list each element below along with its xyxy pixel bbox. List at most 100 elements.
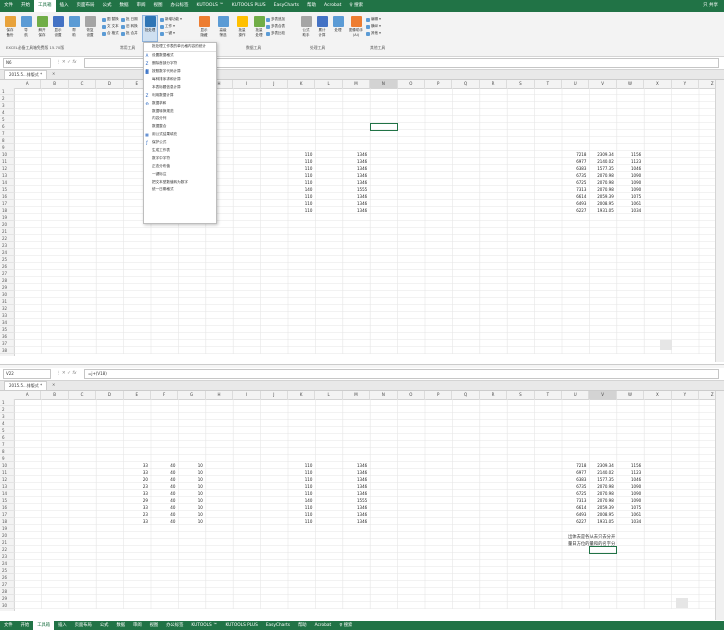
cell-value[interactable]: 1346 <box>343 151 367 158</box>
menu-item[interactable]: 开始 <box>17 0 34 12</box>
cell-value[interactable]: 33 <box>124 518 148 525</box>
column-header[interactable]: T <box>535 391 562 399</box>
cell-value[interactable]: 6614 <box>562 193 586 200</box>
cell-value[interactable]: 1555 <box>343 497 367 504</box>
cell-value[interactable]: 1346 <box>343 511 367 518</box>
cell-value[interactable]: 110 <box>288 200 313 207</box>
menu-item[interactable]: ♀ 搜索 <box>345 0 367 12</box>
menu-item[interactable]: Acrobat <box>320 0 345 12</box>
ribbon-button[interactable]: 保存 备份 <box>3 16 17 38</box>
cell-value[interactable]: 1346 <box>343 193 367 200</box>
selected-cell[interactable] <box>370 123 398 131</box>
cell-value[interactable]: 110 <box>288 207 313 214</box>
column-header[interactable]: W <box>617 80 645 88</box>
menu-item[interactable]: EasyCharts <box>262 621 294 630</box>
cell-value[interactable]: 10 <box>178 518 203 525</box>
menu-item[interactable]: 开始 <box>17 621 34 630</box>
column-header[interactable]: O <box>398 391 425 399</box>
menu-item[interactable]: 页面布局 <box>73 0 99 12</box>
cell-value[interactable]: 110 <box>288 490 313 497</box>
cell-value[interactable]: 1034 <box>617 518 641 525</box>
ribbon-small-button[interactable]: 文 文本 <box>102 24 119 29</box>
cell-value[interactable]: 40 <box>151 462 175 469</box>
column-header[interactable]: T <box>535 80 562 88</box>
ribbon-button[interactable]: 解开 保存 <box>35 16 49 38</box>
cell-value[interactable]: 1123 <box>617 158 641 165</box>
column-header[interactable]: I <box>233 391 261 399</box>
cell-value[interactable]: 2059.39 <box>589 193 614 200</box>
cell-value[interactable]: 1931.05 <box>589 518 614 525</box>
cell-value[interactable]: 1346 <box>343 483 367 490</box>
cell-value[interactable]: 23 <box>124 511 148 518</box>
cell-value[interactable]: 20 <box>124 476 148 483</box>
ribbon-button[interactable]: 高级 筛选 <box>216 16 230 38</box>
cell-value[interactable]: 10 <box>178 462 203 469</box>
share-button[interactable]: 只 共享 <box>703 0 718 12</box>
resize-handle[interactable] <box>660 340 672 350</box>
column-header[interactable]: V <box>589 391 617 399</box>
column-header[interactable]: U <box>562 80 590 88</box>
cell-value[interactable]: 140 <box>288 186 313 193</box>
column-header[interactable]: O <box>398 80 425 88</box>
sheet-grid-top[interactable]: ABCDEFGHIJKLMNOPQRSTUVWXYZ12345678910111… <box>0 80 716 362</box>
cell-value[interactable]: 110 <box>288 483 313 490</box>
menu-item[interactable]: 视图 <box>150 0 167 12</box>
cell-value[interactable]: 110 <box>288 469 313 476</box>
cell-value[interactable]: 29 <box>124 497 148 504</box>
sheet-grid-bottom[interactable]: A B C D E F G H I J K L M N O P Q R S T U V W X Y Z 1 2 3 4 5 6 7 8 9 10 11 1… <box>0 391 716 620</box>
column-header[interactable]: Z <box>699 391 716 399</box>
ribbon-small-button[interactable]: 工作 ▾ <box>160 24 175 29</box>
vertical-scrollbar[interactable] <box>715 391 724 620</box>
menu-item[interactable]: KUTOOLS PLUS <box>221 621 261 630</box>
cell-value[interactable]: 40 <box>151 483 175 490</box>
cell-value[interactable]: 40 <box>151 476 175 483</box>
menu-item[interactable]: 文件 <box>0 0 17 12</box>
cell-value[interactable]: 7218 <box>562 151 586 158</box>
cell-value[interactable]: 10 <box>178 483 203 490</box>
cell-value[interactable]: 1034 <box>617 207 641 214</box>
menu-item[interactable]: 页面布局 <box>71 621 96 630</box>
cell-value[interactable]: 1090 <box>617 490 641 497</box>
column-header[interactable]: G <box>178 391 206 399</box>
cell-value[interactable]: 10 <box>178 504 203 511</box>
workbook-tab-bottom[interactable]: 2015.5...排版式 * ✕ <box>0 381 724 391</box>
dropdown-item[interactable]: 生成工作表 <box>144 147 216 155</box>
ribbon-small-button[interactable]: 多表合表 <box>266 24 285 29</box>
cell-value[interactable]: 6614 <box>562 504 586 511</box>
column-header[interactable]: X <box>644 80 672 88</box>
cell-value[interactable]: 1061 <box>617 200 641 207</box>
column-header[interactable]: A <box>14 391 42 399</box>
cell-value[interactable]: 2140.02 <box>589 158 614 165</box>
column-header[interactable]: C <box>69 391 97 399</box>
column-header[interactable]: L <box>315 80 343 88</box>
column-header[interactable]: C <box>69 80 97 88</box>
menu-item[interactable]: 数据 <box>112 621 129 630</box>
cell-value[interactable]: 10 <box>178 490 203 497</box>
close-icon[interactable]: ✕ <box>52 70 55 78</box>
cell-value[interactable]: 33 <box>124 462 148 469</box>
ribbon-button[interactable]: 图像助手 (Ai) <box>349 16 363 37</box>
menu-item[interactable]: KUTOOLS ™ <box>187 621 221 630</box>
cell-value[interactable]: 1346 <box>343 165 367 172</box>
menu-item[interactable]: 视图 <box>146 621 163 630</box>
cell-value[interactable]: 1090 <box>617 497 641 504</box>
cell-value[interactable]: 2008.95 <box>589 511 614 518</box>
dropdown-item[interactable]: 本表标题信息计算 <box>144 83 216 91</box>
cell-value[interactable]: 110 <box>288 518 313 525</box>
cell-value[interactable]: 40 <box>151 469 175 476</box>
dropdown-item[interactable]: ⟰ 数据求和 <box>144 99 216 107</box>
workbook-tab-top[interactable]: 2015.5...排版式 * ✕ <box>0 70 724 80</box>
cell-value[interactable]: 110 <box>288 158 313 165</box>
column-header[interactable]: V <box>589 80 617 88</box>
cell-value[interactable]: 110 <box>288 193 313 200</box>
column-header[interactable]: Q <box>452 391 480 399</box>
cell-value[interactable]: 6977 <box>562 158 586 165</box>
cell-value[interactable]: 1577.35 <box>589 165 614 172</box>
dropdown-item[interactable]: 正态分布值 <box>144 162 216 170</box>
ribbon-small-button[interactable]: 旧 转换 <box>121 24 138 29</box>
column-header[interactable]: N <box>370 80 398 88</box>
cell-value[interactable]: 1090 <box>617 483 641 490</box>
menu-item[interactable]: 数据 <box>116 0 133 12</box>
column-header[interactable]: S <box>507 391 535 399</box>
cell-value[interactable]: 1156 <box>617 462 641 469</box>
